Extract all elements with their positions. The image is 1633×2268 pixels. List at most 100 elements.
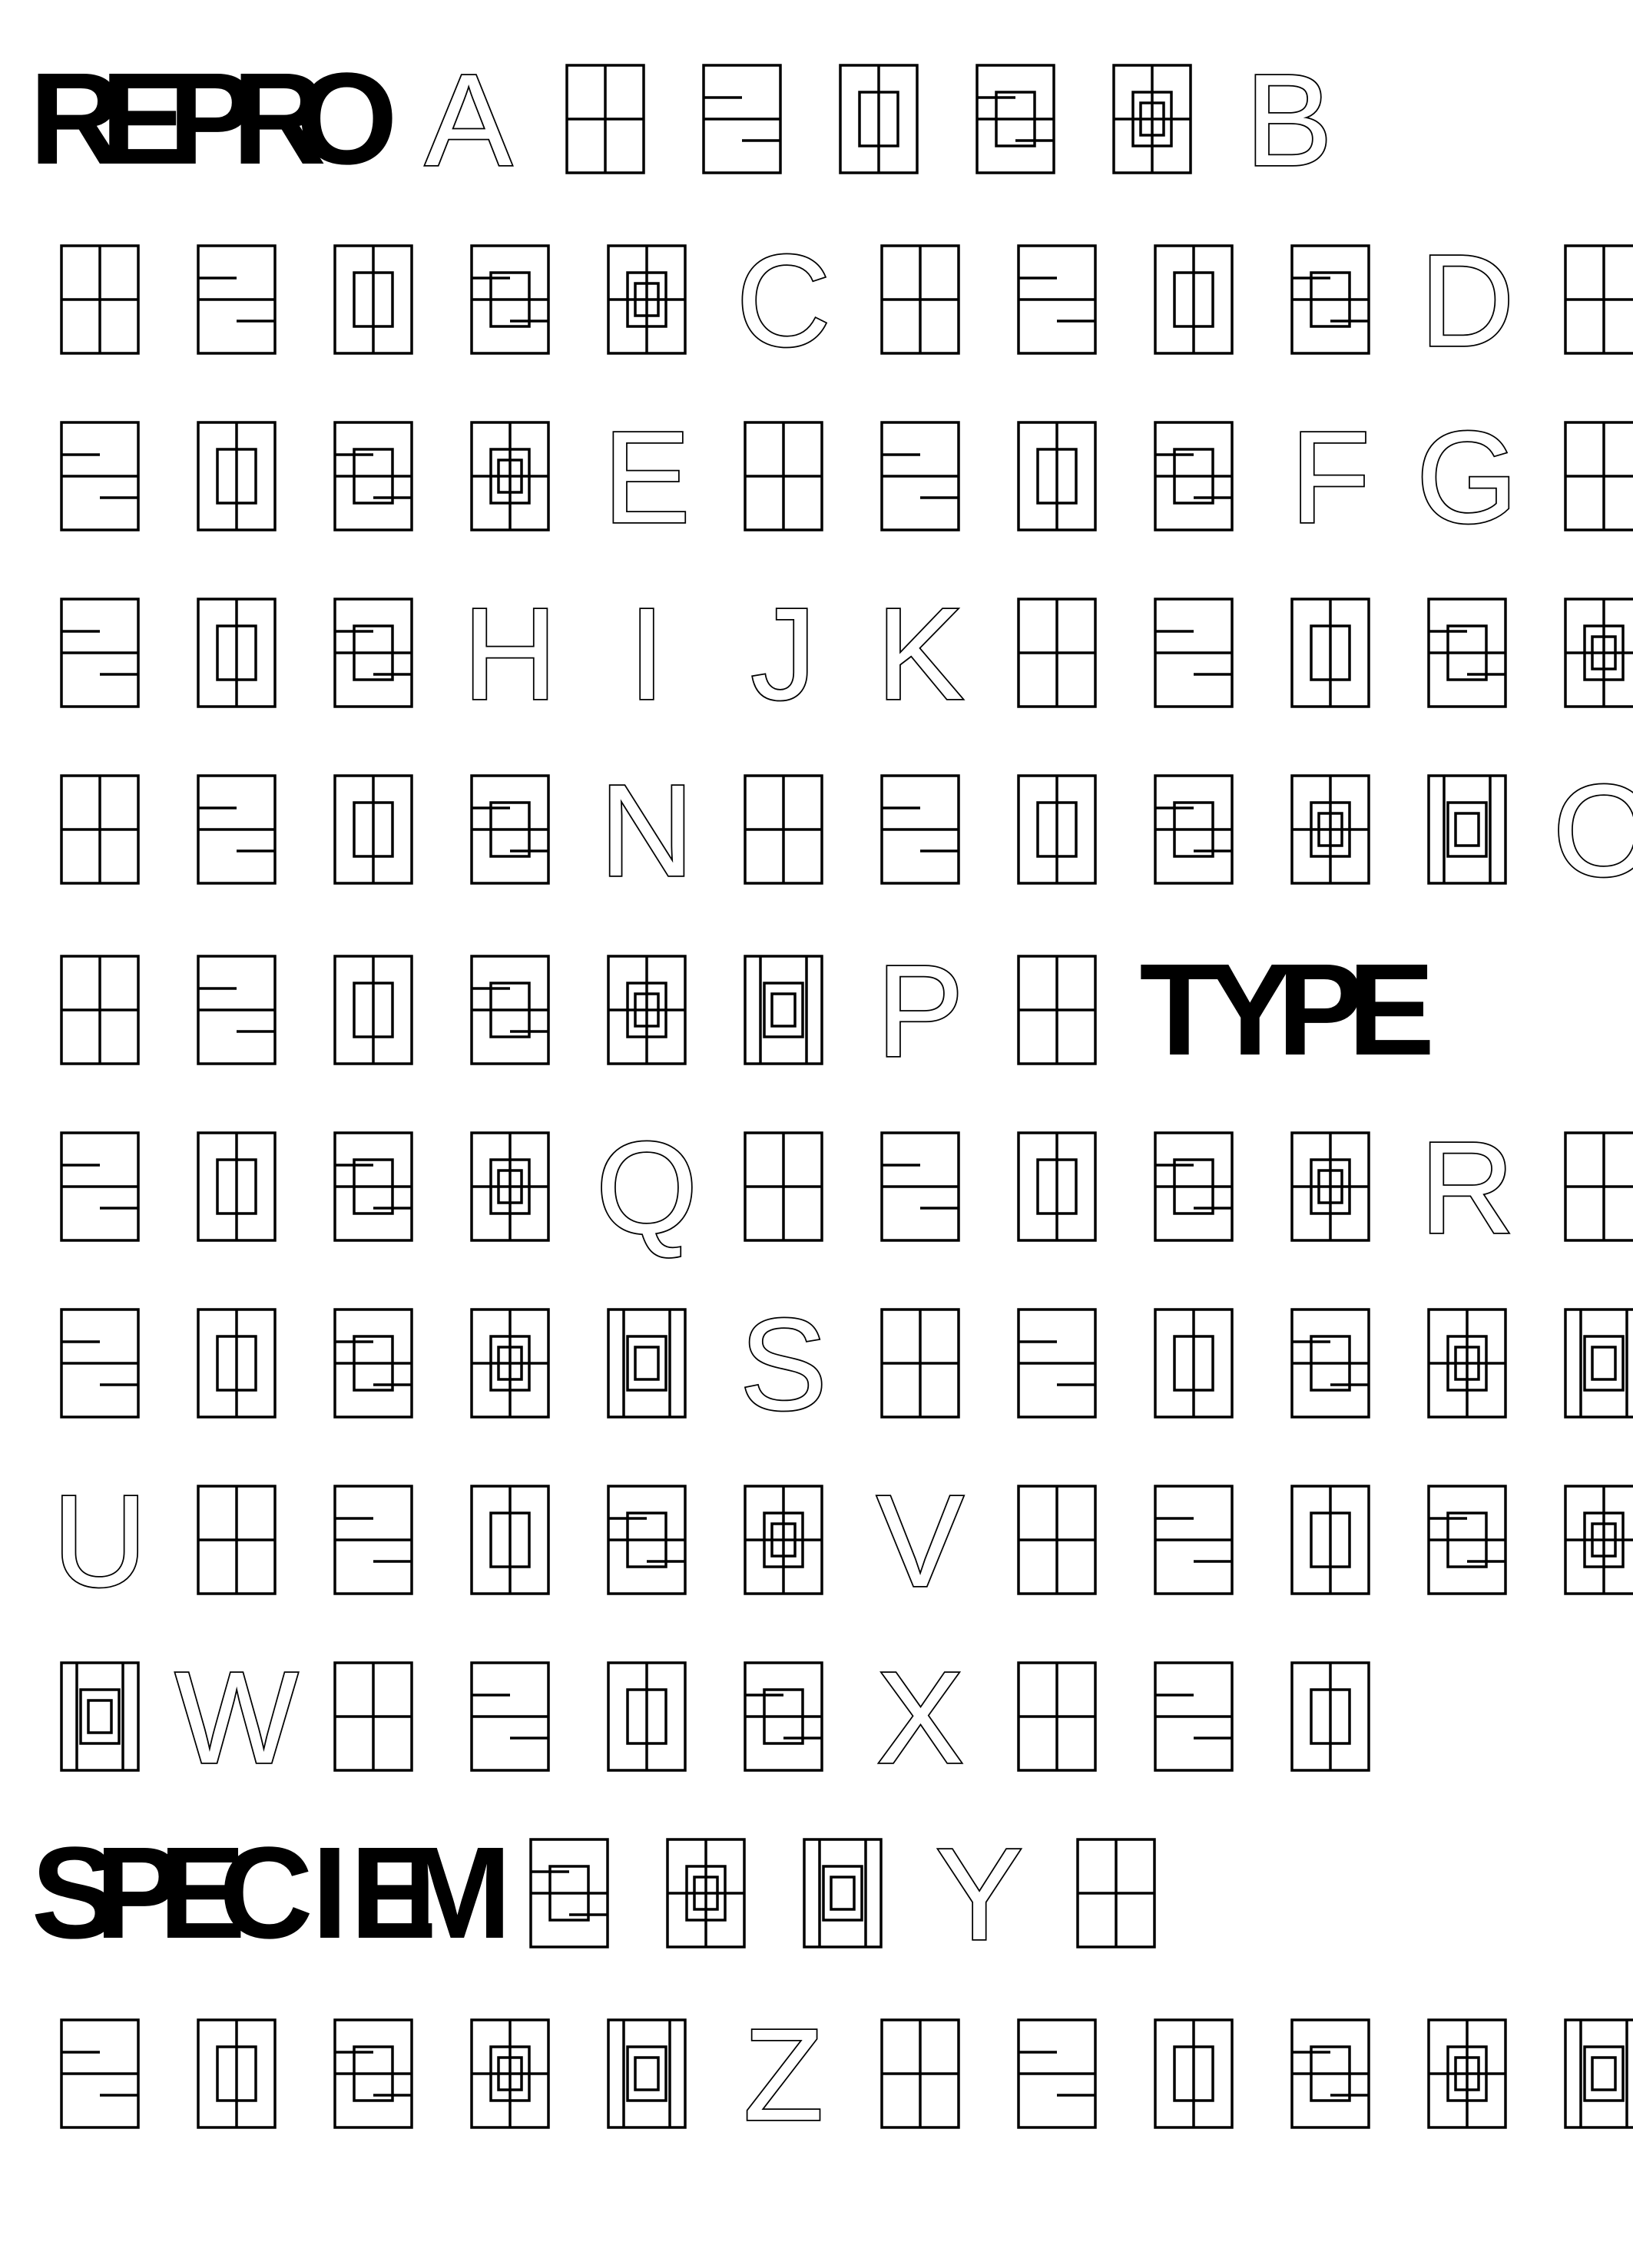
modular-glyph-r-1 — [1564, 1131, 1633, 1242]
outline-glyph-h: H — [463, 581, 558, 727]
modular-glyph-z-6 — [1564, 2018, 1633, 2129]
modular-glyph-g-3 — [197, 598, 277, 708]
modular-glyph-a-1 — [565, 64, 645, 174]
modular-glyph-z-5 — [1427, 2018, 1507, 2129]
modular-glyph-q-4 — [1154, 1131, 1234, 1242]
outline-glyph-z: Z — [744, 2002, 823, 2148]
modular-glyph-k-2 — [1154, 598, 1234, 708]
modular-glyph-g-4 — [333, 598, 413, 708]
modular-glyph-n-2 — [880, 774, 960, 885]
outline-glyph-e: E — [603, 405, 690, 551]
headline-letter: E — [1348, 937, 1435, 1083]
outline-glyph-p: P — [876, 939, 963, 1084]
modular-glyph-a-2 — [702, 64, 782, 174]
modular-glyph-n-5 — [1290, 774, 1370, 885]
outline-glyph-o: O — [1553, 758, 1633, 904]
modular-glyph-v-3 — [1290, 1485, 1370, 1595]
modular-glyph-e-2 — [880, 421, 960, 531]
outline-glyph-i: I — [628, 581, 664, 727]
modular-glyph-c-4 — [1290, 244, 1370, 355]
modular-glyph-w-1 — [333, 1661, 413, 1772]
modular-glyph-o-4 — [470, 955, 550, 1065]
modular-glyph-p-4 — [333, 1131, 413, 1242]
outline-glyph-c: C — [737, 228, 831, 374]
headline-letter: C — [219, 1820, 313, 1966]
modular-glyph-s-1 — [880, 1308, 960, 1419]
modular-glyph-b-1 — [60, 244, 140, 355]
outline-glyph-y: Y — [936, 1822, 1022, 1968]
modular-glyph-q-5 — [1290, 1131, 1370, 1242]
modular-glyph-v-2 — [1154, 1485, 1234, 1595]
modular-glyph-v-6 — [60, 1661, 140, 1772]
modular-glyph-g-1 — [1564, 421, 1633, 531]
modular-glyph-v-1 — [1017, 1485, 1097, 1595]
outline-glyph-r: R — [1420, 1115, 1515, 1261]
modular-glyph-v-5 — [1564, 1485, 1633, 1595]
modular-glyph-w-2 — [470, 1661, 550, 1772]
modular-glyph-c-3 — [1154, 244, 1234, 355]
modular-glyph-w-4 — [744, 1661, 823, 1772]
modular-glyph-x-5 — [666, 1838, 746, 1948]
outline-glyph-x: X — [876, 1645, 963, 1791]
modular-glyph-k-5 — [1564, 598, 1633, 708]
modular-glyph-s-6 — [1564, 1308, 1633, 1419]
modular-glyph-n-4 — [1154, 774, 1234, 885]
modular-glyph-x-1 — [1017, 1661, 1097, 1772]
modular-glyph-z-2 — [1017, 2018, 1097, 2129]
modular-glyph-a-3 — [839, 64, 919, 174]
modular-glyph-r-3 — [197, 1308, 277, 1419]
modular-glyph-p-2 — [60, 1131, 140, 1242]
modular-glyph-z-1 — [880, 2018, 960, 2129]
modular-glyph-s-5 — [1427, 1308, 1507, 1419]
type-specimen-poster: REPROTYPESPECIEM ABCDEFGHIJKLNOPQRSTUVWX… — [29, 46, 1633, 2150]
headline-letter: I — [312, 1820, 348, 1966]
modular-glyph-p-3 — [197, 1131, 277, 1242]
modular-glyph-s-4 — [1290, 1308, 1370, 1419]
modular-glyph-k-1 — [1017, 598, 1097, 708]
outline-glyph-d: D — [1420, 228, 1515, 374]
modular-glyph-r-2 — [60, 1308, 140, 1419]
outline-glyph-j: J — [751, 581, 816, 727]
modular-glyph-c-2 — [1017, 244, 1097, 355]
modular-glyph-y-1 — [1076, 1838, 1156, 1948]
outline-glyph-k: K — [876, 581, 963, 727]
modular-glyph-a-4 — [975, 64, 1055, 174]
outline-glyph-g: G — [1416, 405, 1518, 551]
modular-glyph-b-2 — [197, 244, 277, 355]
modular-glyph-e-1 — [744, 421, 823, 531]
outline-glyph-a: A — [425, 48, 512, 194]
modular-glyph-x-3 — [1290, 1661, 1370, 1772]
modular-glyph-layer — [60, 64, 1633, 2129]
modular-glyph-a-5 — [1112, 64, 1192, 174]
outline-glyph-f: F — [1290, 405, 1370, 551]
modular-glyph-s-2 — [1017, 1308, 1097, 1419]
modular-glyph-u-2 — [333, 1485, 413, 1595]
modular-glyph-o-3 — [333, 955, 413, 1065]
modular-glyph-w-3 — [607, 1661, 687, 1772]
headline-letter: M — [403, 1820, 512, 1966]
modular-glyph-d-3 — [197, 421, 277, 531]
modular-glyph-b-5 — [607, 244, 687, 355]
modular-glyph-z-4 — [1290, 2018, 1370, 2129]
modular-glyph-q-1 — [744, 1131, 823, 1242]
modular-glyph-m-4 — [470, 774, 550, 885]
modular-glyph-e-3 — [1017, 421, 1097, 531]
modular-glyph-x-2 — [1154, 1661, 1234, 1772]
modular-glyph-o-6 — [744, 955, 823, 1065]
modular-glyph-o-2 — [197, 955, 277, 1065]
modular-glyph-s-3 — [1154, 1308, 1234, 1419]
modular-glyph-p-1 — [1017, 955, 1097, 1065]
modular-glyph-o-1 — [60, 955, 140, 1065]
modular-glyph-z-3 — [1154, 2018, 1234, 2129]
modular-glyph-e-4 — [1154, 421, 1234, 531]
outline-glyph-v: V — [876, 1468, 963, 1614]
modular-glyph-m-3 — [333, 774, 413, 885]
modular-glyph-r-4 — [333, 1308, 413, 1419]
modular-glyph-o-5 — [607, 955, 687, 1065]
modular-glyph-n-6 — [1427, 774, 1507, 885]
modular-glyph-b-3 — [333, 244, 413, 355]
modular-glyph-y-6 — [607, 2018, 687, 2129]
outline-glyph-b: B — [1245, 48, 1332, 194]
outline-glyph-n: N — [600, 758, 694, 904]
modular-glyph-d-5 — [470, 421, 550, 531]
